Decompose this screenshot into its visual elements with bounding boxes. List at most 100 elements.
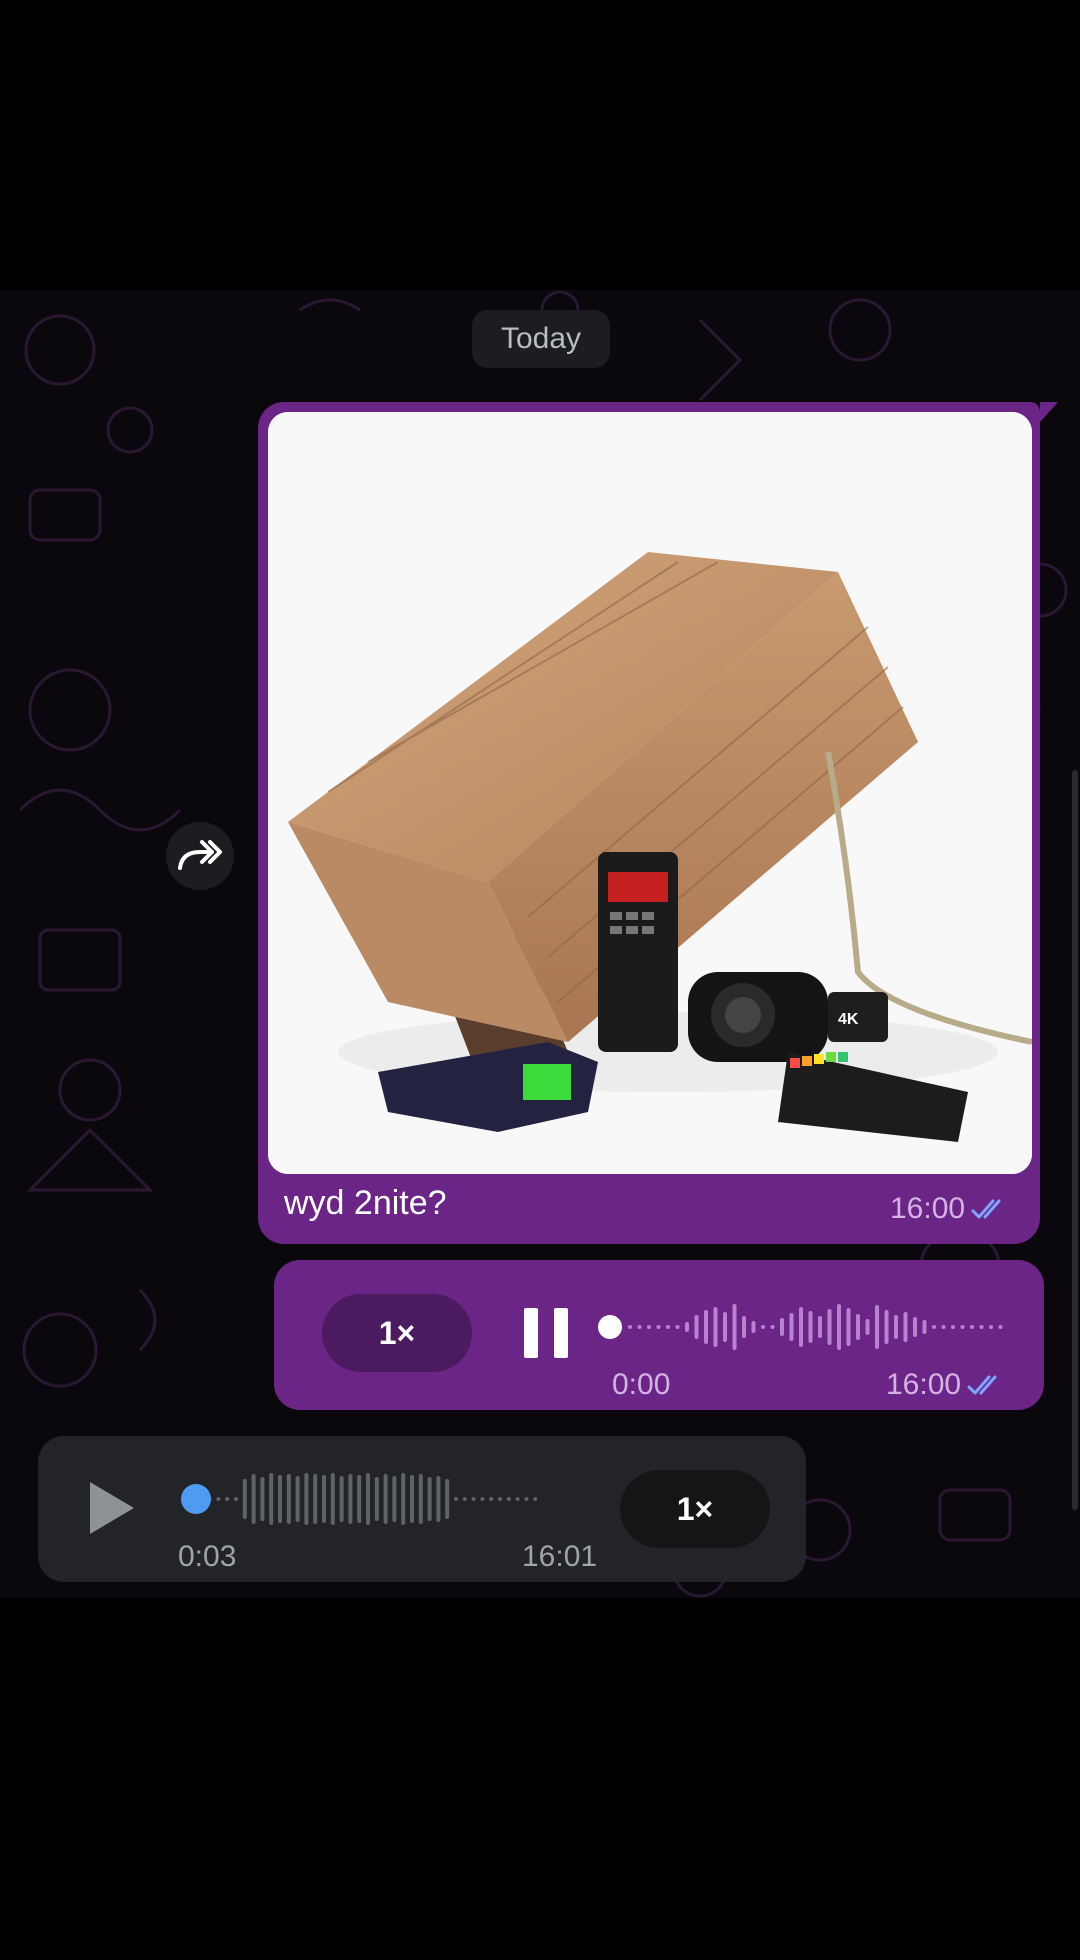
playback-speed-button[interactable]: 1×	[620, 1470, 770, 1548]
message-meta: 16:00	[890, 1192, 1011, 1226]
waveform-bar	[366, 1473, 370, 1525]
waveform-bar	[216, 1497, 221, 1501]
message-time: 16:01	[522, 1540, 598, 1573]
double-check-icon	[971, 1199, 1001, 1219]
waveform-bar	[313, 1474, 318, 1524]
waveform-bar	[799, 1307, 803, 1347]
waveform-bar	[445, 1479, 450, 1519]
waveform-bar	[875, 1305, 879, 1349]
waveform-bar	[894, 1315, 898, 1339]
waveform-bar	[339, 1476, 344, 1522]
waveform-bar	[269, 1473, 274, 1525]
playback-speed-button[interactable]: 1×	[322, 1294, 472, 1372]
voice-waveform-outgoing[interactable]	[598, 1292, 1008, 1362]
waveform-bar	[713, 1307, 718, 1347]
waveform-bar	[286, 1474, 291, 1524]
waveform-bar	[647, 1325, 651, 1329]
voice-elapsed-time: 0:03	[178, 1540, 237, 1573]
waveform-bar	[922, 1320, 927, 1334]
waveform-bar	[666, 1325, 670, 1329]
message-time: 16:00	[886, 1368, 962, 1401]
waveform-bar	[242, 1479, 247, 1519]
waveform-bar	[979, 1325, 984, 1329]
waveform-bar	[704, 1310, 708, 1344]
waveform-bar	[827, 1309, 832, 1345]
play-icon[interactable]	[86, 1478, 138, 1538]
waveform-bar	[656, 1325, 661, 1329]
message-caption: wyd 2nite?	[284, 1184, 447, 1222]
waveform-bar	[732, 1304, 737, 1350]
voice-progress-dot[interactable]	[598, 1315, 622, 1339]
voice-message-outgoing[interactable]: 1× 0:00 16:00	[274, 1260, 1044, 1410]
waveform-bar	[348, 1474, 353, 1524]
waveform-bar	[427, 1477, 432, 1521]
waveform-bar	[357, 1475, 362, 1523]
waveform-bar	[401, 1473, 406, 1525]
waveform-bar	[884, 1310, 889, 1344]
waveform-bar	[761, 1325, 765, 1329]
waveform-bar	[694, 1315, 699, 1339]
waveform-bar	[808, 1311, 813, 1343]
voice-elapsed-time: 0:00	[612, 1368, 671, 1401]
waveform-bar	[941, 1325, 946, 1329]
waveform-bar	[489, 1497, 494, 1501]
waveform-bar	[322, 1475, 326, 1523]
waveform-bar	[770, 1325, 775, 1329]
waveform-bar	[330, 1473, 335, 1525]
waveform-bar	[903, 1312, 908, 1342]
svg-text:4K: 4K	[838, 1011, 859, 1028]
scrollbar[interactable]	[1072, 770, 1078, 1510]
waveform-bar	[960, 1325, 965, 1329]
waveform-bar	[506, 1497, 511, 1501]
waveform-bar	[462, 1497, 467, 1501]
double-check-icon	[967, 1375, 997, 1395]
waveform-bar	[675, 1325, 680, 1329]
message-meta: 16:00	[886, 1368, 1007, 1402]
waveform-bar	[295, 1476, 300, 1522]
voice-waveform-incoming[interactable]	[160, 1464, 640, 1534]
waveform-bar	[846, 1308, 851, 1346]
waveform-bar	[533, 1497, 538, 1501]
waveform-bar	[780, 1318, 784, 1336]
waveform-bar	[234, 1497, 238, 1501]
waveform-bar	[260, 1477, 265, 1521]
waveform-bar	[723, 1312, 727, 1342]
waveform-bar	[818, 1316, 822, 1338]
waveform-bar	[524, 1497, 529, 1501]
waveform-bar	[789, 1313, 794, 1341]
waveform-bar	[436, 1476, 441, 1522]
waveform-bar	[742, 1316, 746, 1338]
waveform-bar	[374, 1477, 379, 1521]
waveform-bar	[480, 1497, 485, 1501]
pause-icon[interactable]	[524, 1308, 572, 1358]
waveform-bar	[251, 1474, 256, 1524]
waveform-bar	[751, 1321, 756, 1333]
waveform-bar	[471, 1497, 476, 1501]
waveform-bar	[637, 1325, 642, 1329]
waveform-bar	[383, 1474, 388, 1524]
waveform-bar	[304, 1473, 309, 1525]
message-photo[interactable]: 4K	[268, 412, 1032, 1174]
waveform-bar	[225, 1497, 230, 1501]
waveform-bar	[989, 1325, 993, 1329]
waveform-bar	[278, 1475, 282, 1523]
forward-arrow-icon	[178, 840, 222, 870]
waveform-bar	[418, 1474, 423, 1524]
waveform-bar	[628, 1325, 632, 1329]
photo-message-bubble[interactable]: 4K wyd 2nite? 16:00	[258, 402, 1058, 1244]
waveform-bar	[410, 1475, 414, 1523]
voice-message-incoming[interactable]: 0:03 16:01 1×	[38, 1436, 806, 1582]
waveform-bar	[913, 1317, 917, 1337]
waveform-bar	[951, 1325, 955, 1329]
chat-area[interactable]: Today 4K wyd 2nite? 16:00 1× 0:00 16:00 …	[0, 290, 1080, 1598]
waveform-bar	[515, 1497, 520, 1501]
waveform-bar	[932, 1325, 936, 1329]
voice-progress-dot[interactable]	[181, 1484, 211, 1514]
forward-button[interactable]	[166, 822, 234, 890]
waveform-bar	[685, 1322, 689, 1332]
message-time: 16:00	[890, 1192, 966, 1225]
waveform-bar	[392, 1476, 397, 1522]
waveform-bar	[837, 1304, 841, 1350]
bubble-tail	[1040, 402, 1058, 422]
waveform-bar	[865, 1319, 870, 1335]
